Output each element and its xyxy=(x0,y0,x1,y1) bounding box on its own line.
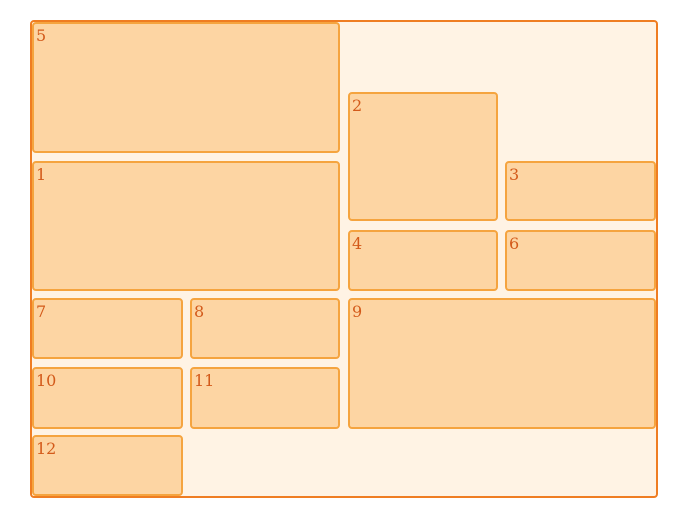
grid-container: 5 2 1 3 4 6 7 8 9 10 11 12 xyxy=(30,20,658,498)
grid-item-label: 1 xyxy=(36,165,47,184)
grid-item-label: 5 xyxy=(36,26,47,45)
grid-item-10[interactable]: 10 xyxy=(32,367,183,429)
grid-item-1[interactable]: 1 xyxy=(32,161,340,291)
grid-item-3[interactable]: 3 xyxy=(505,161,656,221)
grid-item-4[interactable]: 4 xyxy=(348,230,498,291)
grid-item-label: 10 xyxy=(36,371,57,390)
grid-item-label: 2 xyxy=(352,96,363,115)
grid-item-label: 7 xyxy=(36,302,47,321)
grid-item-label: 4 xyxy=(352,234,363,253)
grid-item-11[interactable]: 11 xyxy=(190,367,340,429)
grid-item-label: 11 xyxy=(194,371,215,390)
grid-item-7[interactable]: 7 xyxy=(32,298,183,359)
grid-item-label: 6 xyxy=(509,234,520,253)
grid-item-label: 8 xyxy=(194,302,205,321)
grid-item-label: 9 xyxy=(352,302,363,321)
grid-item-8[interactable]: 8 xyxy=(190,298,340,359)
grid-item-9[interactable]: 9 xyxy=(348,298,656,429)
grid-item-label: 12 xyxy=(36,439,57,458)
grid-item-label: 3 xyxy=(509,165,520,184)
grid-item-12[interactable]: 12 xyxy=(32,435,183,496)
grid-item-5[interactable]: 5 xyxy=(32,22,340,153)
grid-item-6[interactable]: 6 xyxy=(505,230,656,291)
grid-item-2[interactable]: 2 xyxy=(348,92,498,221)
